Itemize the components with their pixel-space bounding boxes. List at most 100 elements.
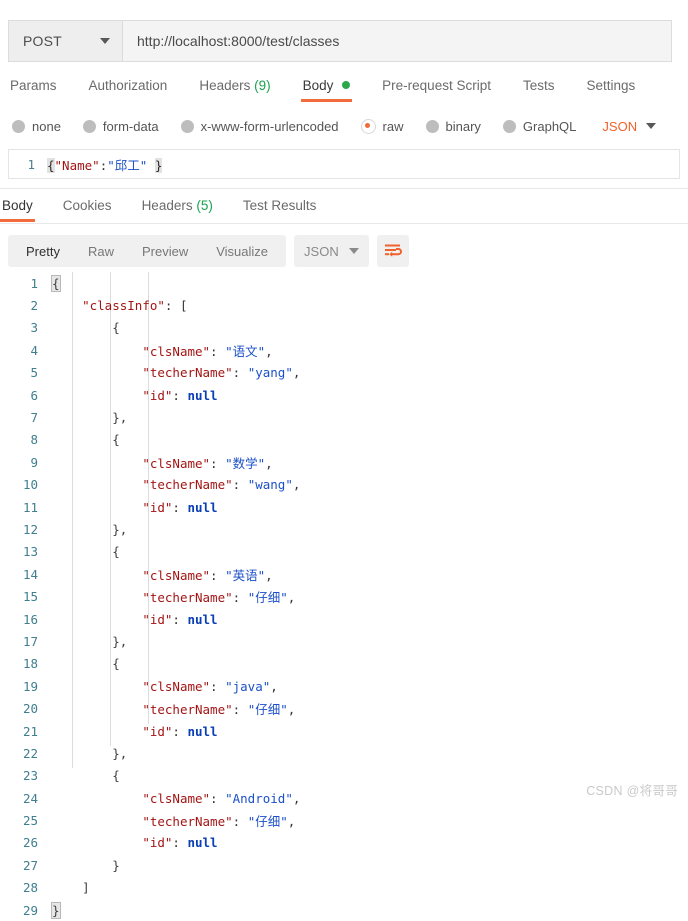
response-view-pretty[interactable]: Pretty: [12, 235, 74, 267]
request-url-input[interactable]: http://localhost:8000/test/classes: [123, 21, 671, 61]
code-line: 11 "id": null: [0, 496, 688, 518]
response-view-preview[interactable]: Preview: [128, 235, 202, 267]
punctuation-token: ,: [265, 343, 273, 359]
response-tab-headers[interactable]: Headers (5): [140, 196, 215, 222]
line-number: 6: [30, 387, 38, 403]
response-view-raw-label: Raw: [87, 243, 114, 259]
request-tab-tests[interactable]: Tests: [521, 76, 557, 103]
code-content: "techerName": "yang",: [52, 365, 300, 380]
code-content: "techerName": "仔细",: [52, 699, 295, 718]
response-format-select[interactable]: JSON: [294, 235, 369, 267]
request-tab-pre-request-script[interactable]: Pre-request Script: [380, 76, 493, 103]
request-tab-headers[interactable]: Headers (9): [197, 76, 272, 103]
json-null-token: null: [187, 387, 218, 403]
json-key-token: "techerName": [142, 477, 233, 493]
code-line: 22 },: [0, 742, 688, 764]
line-number: 17: [22, 633, 38, 649]
response-view-preview-label: Preview: [141, 243, 189, 259]
json-key-token: "classInfo": [82, 298, 165, 314]
raw-format-select[interactable]: JSON: [602, 119, 657, 134]
code-content: "techerName": "仔细",: [52, 811, 295, 830]
wrap-lines-icon: [384, 244, 402, 257]
request-tab-authorization[interactable]: Authorization: [87, 76, 170, 103]
json-value-token: "英语": [225, 567, 266, 583]
body-type-binary[interactable]: binary: [425, 119, 481, 134]
json-key-token: "id": [142, 611, 173, 627]
code-content: "id": null: [52, 723, 218, 739]
line-number: 26: [22, 835, 38, 851]
request-tab-body-label: Body: [302, 78, 334, 93]
code-line: 20 "techerName": "仔细",: [0, 697, 688, 719]
response-tab-body[interactable]: Body: [0, 196, 35, 222]
code-line: 18 {: [0, 653, 688, 675]
request-tab-params[interactable]: Params: [8, 76, 59, 103]
punctuation-token: : [: [164, 298, 188, 314]
line-number: 20: [22, 701, 38, 717]
punctuation-token: ,: [265, 567, 273, 583]
punctuation-token: :: [210, 455, 226, 471]
punctuation-token: {: [52, 432, 120, 448]
response-headers-count: (5): [196, 198, 213, 213]
body-type-none[interactable]: none: [12, 119, 61, 134]
chevron-down-icon: [646, 123, 657, 129]
body-type-raw[interactable]: raw: [360, 118, 404, 134]
code-content: "id": null: [52, 387, 218, 403]
response-body-code-viewer[interactable]: 1{2 "classInfo": [3 {4 "clsName": "语文", 5…: [0, 272, 688, 919]
body-type-graphql-label: GraphQL: [522, 118, 577, 134]
code-line: 23 {: [0, 765, 688, 787]
request-tab-settings[interactable]: Settings: [584, 76, 637, 103]
response-view-pretty-label: Pretty: [26, 243, 60, 259]
close-brace-token: }: [154, 157, 163, 173]
response-tab-test-results[interactable]: Test Results: [241, 196, 319, 222]
request-body-editor[interactable]: 1 {"Name":"邱工" }: [8, 149, 680, 179]
body-type-form-data[interactable]: form-data: [82, 119, 159, 134]
code-line: 29}: [0, 899, 688, 921]
code-line: 25 "techerName": "仔细",: [0, 809, 688, 831]
body-type-urlencoded[interactable]: x-www-form-urlencoded: [180, 119, 339, 134]
punctuation-token: },: [52, 745, 128, 761]
json-key-token: "id": [142, 499, 173, 515]
line-number: 23: [22, 768, 38, 784]
response-view-raw[interactable]: Raw: [74, 235, 128, 267]
request-tab-body[interactable]: Body: [300, 76, 353, 103]
radio-checked-icon: [360, 118, 376, 134]
request-tab-pre-request-script-label: Pre-request Script: [382, 78, 491, 93]
json-key-token: "techerName": [142, 590, 233, 606]
response-tab-cookies[interactable]: Cookies: [61, 196, 114, 222]
code-line: 27 }: [0, 854, 688, 876]
line-number: 29: [22, 902, 38, 918]
wrap-lines-button[interactable]: [376, 235, 409, 267]
request-body-line-number: 1: [27, 156, 35, 172]
code-line: 26 "id": null: [0, 832, 688, 854]
punctuation-token: ,: [287, 590, 296, 606]
punctuation-token: ,: [265, 455, 273, 471]
punctuation-token: :: [172, 723, 188, 739]
body-type-graphql[interactable]: GraphQL: [502, 118, 577, 134]
punctuation-token: ]: [52, 880, 90, 896]
code-line: 28 ]: [0, 877, 688, 899]
json-null-token: null: [187, 723, 218, 739]
punctuation-token: :: [232, 365, 248, 381]
watermark: CSDN @将哥哥: [586, 784, 678, 798]
code-content: ]: [52, 880, 90, 895]
punctuation-token: :: [210, 678, 226, 694]
json-key-token: "clsName": [142, 790, 211, 806]
punctuation-token: ,: [292, 365, 301, 381]
line-number: 22: [22, 745, 38, 761]
code-content: "clsName": "语文",: [52, 341, 273, 360]
response-view-visualize[interactable]: Visualize: [202, 235, 282, 267]
line-number: 24: [22, 790, 38, 806]
punctuation-token: }: [52, 857, 120, 873]
line-number: 27: [22, 857, 38, 873]
code-line: 2 "classInfo": [: [0, 294, 688, 316]
code-line: 1{: [0, 272, 688, 294]
http-method-select[interactable]: POST: [9, 21, 123, 61]
json-null-token: null: [187, 499, 218, 515]
code-content: {: [52, 432, 120, 447]
